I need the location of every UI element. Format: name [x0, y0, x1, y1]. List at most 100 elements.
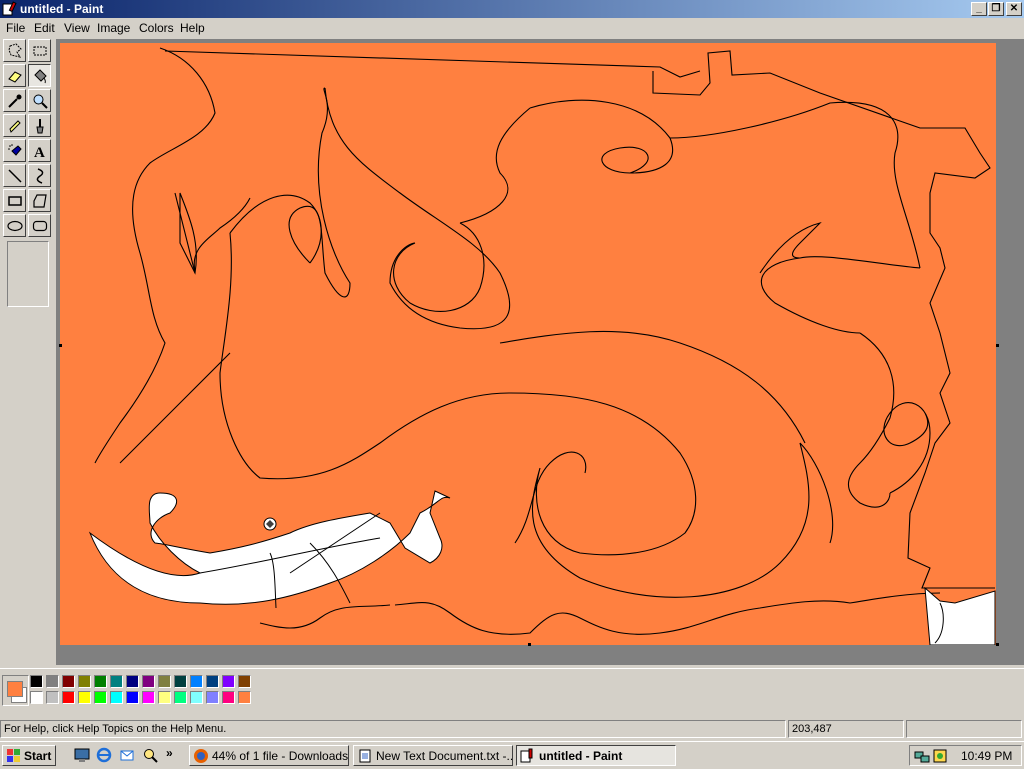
start-label: Start: [24, 749, 52, 763]
current-colors-indicator: [2, 675, 29, 706]
line-icon: [8, 169, 22, 183]
menu-file[interactable]: File: [6, 21, 25, 35]
eraser-tool[interactable]: [3, 64, 26, 87]
palette-color-swatch[interactable]: [78, 675, 91, 688]
minimize-button[interactable]: _: [971, 2, 987, 16]
paint-app-icon: [2, 1, 17, 16]
quick-launch-more-icon[interactable]: »: [166, 746, 173, 760]
palette-color-swatch[interactable]: [78, 691, 91, 704]
polygon-tool[interactable]: [28, 189, 51, 212]
resize-handle[interactable]: [528, 643, 531, 646]
foreground-color-swatch: [7, 681, 23, 697]
palette-color-swatch[interactable]: [94, 675, 107, 688]
rectangle-tool[interactable]: [3, 189, 26, 212]
palette-color-swatch[interactable]: [62, 675, 75, 688]
palette-color-swatch[interactable]: [222, 675, 235, 688]
magnifier-tool[interactable]: [28, 89, 51, 112]
palette-color-swatch[interactable]: [206, 675, 219, 688]
taskbar: Start » 44% of 1 file - Downloads New Te…: [0, 741, 1024, 769]
menu-colors[interactable]: Colors: [139, 21, 174, 35]
canvas-scroll-area[interactable]: [56, 39, 1024, 665]
palette-color-swatch[interactable]: [158, 675, 171, 688]
palette-color-swatch[interactable]: [222, 691, 235, 704]
internet-explorer-icon[interactable]: [96, 747, 112, 763]
taskbar-item-paint[interactable]: untitled - Paint: [516, 745, 676, 766]
airbrush-tool[interactable]: [3, 139, 26, 162]
brush-tool[interactable]: [28, 114, 51, 137]
rounded-rectangle-tool[interactable]: [28, 214, 51, 237]
fill-with-color-tool[interactable]: [28, 64, 51, 87]
taskbar-item-notepad[interactable]: New Text Document.txt -...: [353, 745, 513, 766]
pick-color-tool[interactable]: [3, 89, 26, 112]
windows-logo-icon: [7, 749, 20, 762]
magnifier-icon: [33, 94, 48, 109]
resize-handle[interactable]: [59, 344, 62, 347]
close-button[interactable]: ✕: [1006, 2, 1022, 16]
palette-color-swatch[interactable]: [190, 675, 203, 688]
paint-app-icon: [520, 748, 533, 763]
palette-color-swatch[interactable]: [142, 675, 155, 688]
palette-color-swatch[interactable]: [238, 691, 251, 704]
taskbar-clock[interactable]: 10:49 PM: [961, 749, 1012, 763]
tool-options-panel[interactable]: [7, 241, 49, 307]
title-bar[interactable]: untitled - Paint _ ❐ ✕: [0, 0, 1024, 18]
palette-color-swatch[interactable]: [94, 691, 107, 704]
rectangle-select-icon: [33, 46, 47, 56]
palette-color-swatch[interactable]: [206, 691, 219, 704]
tool-box: A: [2, 39, 54, 239]
palette-color-swatch[interactable]: [30, 675, 43, 688]
palette-color-swatch[interactable]: [30, 691, 43, 704]
menu-bar: File Edit View Image Colors Help: [0, 18, 1024, 38]
palette-color-swatch[interactable]: [126, 675, 139, 688]
palette-color-swatch[interactable]: [46, 691, 59, 704]
status-size: [906, 720, 1022, 738]
system-tray: 10:49 PM: [909, 745, 1022, 766]
free-form-select-tool[interactable]: [3, 39, 26, 62]
taskbar-item-label: 44% of 1 file - Downloads: [212, 749, 349, 763]
palette-color-swatch[interactable]: [62, 691, 75, 704]
resize-handle[interactable]: [996, 643, 999, 646]
rectangle-icon: [8, 196, 22, 206]
search-icon[interactable]: [142, 747, 158, 763]
start-button[interactable]: Start: [2, 745, 56, 766]
palette-color-swatch[interactable]: [46, 675, 59, 688]
text-tool[interactable]: A: [28, 139, 51, 162]
ellipse-tool[interactable]: [3, 214, 26, 237]
palette-color-swatch[interactable]: [158, 691, 171, 704]
network-tray-icon[interactable]: [914, 748, 930, 764]
menu-help[interactable]: Help: [180, 21, 205, 35]
firefox-icon: [194, 749, 208, 763]
polygon-icon: [33, 194, 47, 208]
resize-handle[interactable]: [996, 344, 999, 347]
taskbar-item-label: untitled - Paint: [539, 749, 623, 763]
menu-edit[interactable]: Edit: [34, 21, 55, 35]
palette-color-swatch[interactable]: [110, 675, 123, 688]
show-desktop-icon[interactable]: [74, 747, 90, 763]
menu-image[interactable]: Image: [97, 21, 130, 35]
palette-color-swatch[interactable]: [126, 691, 139, 704]
free-form-select-icon: [8, 43, 22, 58]
palette-color-swatch[interactable]: [142, 691, 155, 704]
security-tray-icon[interactable]: [932, 748, 948, 764]
menu-view[interactable]: View: [64, 21, 90, 35]
palette-color-swatch[interactable]: [174, 691, 187, 704]
line-tool[interactable]: [3, 164, 26, 187]
ellipse-icon: [7, 220, 23, 232]
restore-button[interactable]: ❐: [988, 2, 1004, 16]
drawing-canvas[interactable]: [60, 43, 996, 645]
palette-color-swatch[interactable]: [190, 691, 203, 704]
pencil-tool[interactable]: [3, 114, 26, 137]
fill-cursor-icon: [263, 517, 277, 531]
outlook-express-icon[interactable]: [119, 747, 135, 763]
palette-color-swatch[interactable]: [174, 675, 187, 688]
curve-tool[interactable]: [28, 164, 51, 187]
taskbar-item-downloads[interactable]: 44% of 1 file - Downloads: [189, 745, 349, 766]
select-tool[interactable]: [28, 39, 51, 62]
window-title: untitled - Paint: [20, 2, 104, 16]
notepad-icon: [359, 749, 371, 763]
palette-color-swatch[interactable]: [238, 675, 251, 688]
eraser-icon: [8, 71, 22, 83]
palette-color-swatch[interactable]: [110, 691, 123, 704]
status-help-text: For Help, click Help Topics on the Help …: [0, 720, 786, 738]
brush-icon: [36, 119, 44, 134]
